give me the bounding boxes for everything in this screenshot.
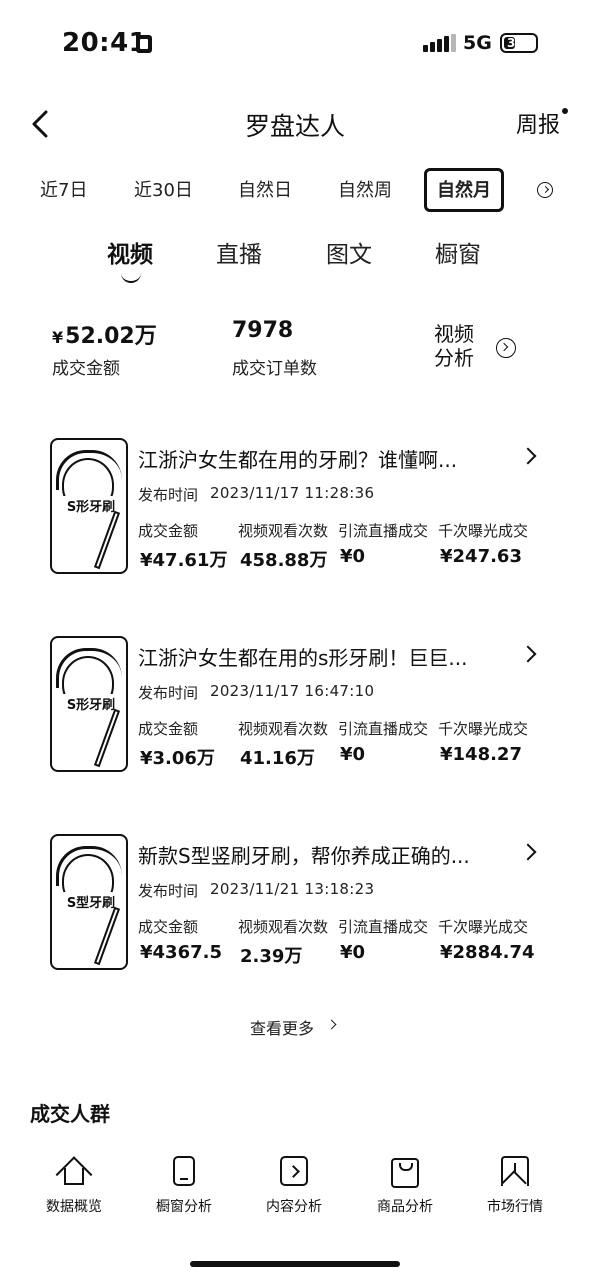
- metric-label-gmv: 成交金额: [138, 522, 199, 540]
- nav-header: 罗盘达人 周报: [0, 95, 590, 155]
- video-title[interactable]: 江浙沪女生都在用的s形牙刷！巨巨...: [138, 642, 468, 671]
- status-time: 20:41: [62, 28, 148, 58]
- metric-live-gmv: ¥0: [340, 546, 366, 567]
- metric-gmv: ¥4367.5: [140, 942, 222, 963]
- bookmark-icon: [501, 1156, 529, 1186]
- orders-value: 7978: [232, 318, 294, 343]
- chevron-right-icon[interactable]: [326, 1019, 337, 1030]
- metric-label-live-gmv: 引流直播成交: [338, 918, 429, 936]
- bottom-nav-market[interactable]: 市场行情: [460, 1150, 570, 1216]
- metric-live-gmv: ¥0: [340, 744, 366, 765]
- metric-views: 458.88万: [240, 550, 328, 571]
- chevron-right-icon[interactable]: [519, 645, 537, 663]
- bottom-nav-label: 数据概览: [46, 1199, 102, 1215]
- metric-label-live-gmv: 引流直播成交: [338, 522, 429, 540]
- publish-time-label: 发布时间: [138, 882, 199, 900]
- tab-showcase[interactable]: 橱窗: [435, 235, 481, 269]
- publish-time-label: 发布时间: [138, 486, 199, 504]
- signal-icon: [423, 34, 457, 52]
- video-card[interactable]: S形牙刷 江浙沪女生都在用的s形牙刷！巨巨... 发布时间 2023/11/17…: [0, 636, 590, 786]
- battery-percent: 37: [507, 36, 524, 50]
- bottom-nav-label: 市场行情: [487, 1199, 543, 1215]
- chevron-right-icon[interactable]: [519, 843, 537, 861]
- metric-gpm: ¥247.63: [440, 546, 522, 567]
- publish-time: 2023/11/21 13:18:23: [210, 880, 375, 898]
- bottom-nav-label: 内容分析: [266, 1199, 322, 1215]
- play-icon: [280, 1156, 308, 1186]
- metric-label-views: 视频观看次数: [238, 522, 329, 540]
- metric-gmv: ¥3.06万: [140, 748, 215, 769]
- currency-symbol: ¥: [52, 328, 64, 347]
- publish-time: 2023/11/17 11:28:36: [210, 484, 375, 502]
- weekly-report-button[interactable]: 周报: [516, 107, 560, 139]
- bottom-nav-label: 橱窗分析: [156, 1199, 212, 1215]
- metric-gpm: ¥2884.74: [440, 942, 535, 963]
- metric-views: 2.39万: [240, 946, 303, 967]
- video-title[interactable]: 江浙沪女生都在用的牙刷？谁懂啊...: [138, 444, 457, 473]
- battery-icon: 37: [500, 33, 538, 53]
- publish-time-label: 发布时间: [138, 684, 199, 702]
- bottom-nav: 数据概览 橱窗分析 内容分析 商品分析 市场行情: [0, 1150, 590, 1230]
- metric-label-views: 视频观看次数: [238, 918, 329, 936]
- video-card[interactable]: S形牙刷 江浙沪女生都在用的牙刷？谁懂啊... 发布时间 2023/11/17 …: [0, 438, 590, 588]
- phone-icon: [173, 1156, 195, 1186]
- page-title: 罗盘达人: [244, 112, 345, 141]
- tab-live[interactable]: 直播: [216, 235, 262, 269]
- bag-icon: [391, 1158, 419, 1188]
- bottom-nav-overview[interactable]: 数据概览: [19, 1150, 129, 1216]
- tab-last-30-days[interactable]: 近30日: [134, 176, 193, 202]
- metric-label-gmv: 成交金额: [138, 918, 199, 936]
- summary: ¥52.02万 成交金额 7978 成交订单数 视频分析: [0, 318, 590, 388]
- tab-video[interactable]: 视频: [107, 235, 153, 269]
- video-thumbnail[interactable]: S形牙刷: [50, 438, 128, 574]
- metric-gpm: ¥148.27: [440, 744, 522, 765]
- home-indicator[interactable]: [190, 1261, 400, 1267]
- tab-natural-month[interactable]: 自然月: [424, 168, 504, 212]
- network-type: 5G: [463, 32, 492, 54]
- bottom-nav-products[interactable]: 商品分析: [350, 1150, 460, 1216]
- metric-gmv: ¥47.61万: [140, 550, 228, 571]
- video-card[interactable]: S型牙刷 新款S型竖刷牙刷，帮你养成正确的... 发布时间 2023/11/21…: [0, 834, 590, 984]
- content-tabs: 视频 直播 图文 橱窗: [0, 235, 590, 285]
- tab-last-7-days[interactable]: 近7日: [40, 176, 87, 202]
- video-title[interactable]: 新款S型竖刷牙刷，帮你养成正确的...: [138, 840, 470, 869]
- bottom-nav-showcase[interactable]: 橱窗分析: [129, 1150, 239, 1216]
- metric-label-gpm: 千次曝光成交: [438, 522, 529, 540]
- video-analysis-link[interactable]: 视频分析: [434, 322, 486, 370]
- orders-label: 成交订单数: [232, 359, 317, 379]
- metric-label-gmv: 成交金额: [138, 720, 199, 738]
- metric-live-gmv: ¥0: [340, 942, 366, 963]
- publish-time: 2023/11/17 16:47:10: [210, 682, 375, 700]
- tab-natural-day[interactable]: 自然日: [238, 176, 292, 202]
- home-icon: [55, 1156, 93, 1194]
- bottom-nav-content[interactable]: 内容分析: [239, 1150, 349, 1216]
- info-icon[interactable]: [537, 182, 553, 198]
- gmv-label: 成交金额: [52, 359, 120, 379]
- tab-image-text[interactable]: 图文: [326, 235, 372, 269]
- metric-label-live-gmv: 引流直播成交: [338, 720, 429, 738]
- section-title-audience: 成交人群: [30, 1102, 110, 1126]
- video-thumbnail[interactable]: S型牙刷: [50, 834, 128, 970]
- notification-dot: [562, 108, 568, 114]
- bottom-nav-label: 商品分析: [377, 1199, 433, 1215]
- status-bar: 20:41 5G 37: [0, 0, 590, 90]
- gmv-amount: 52.02万: [65, 324, 157, 349]
- gmv-value: ¥52.02万: [52, 318, 157, 350]
- metric-label-gpm: 千次曝光成交: [438, 918, 529, 936]
- metric-label-views: 视频观看次数: [238, 720, 329, 738]
- metric-views: 41.16万: [240, 748, 315, 769]
- active-tab-indicator: [121, 273, 141, 283]
- chevron-right-icon[interactable]: [519, 447, 537, 465]
- see-more-link[interactable]: 查看更多: [250, 1015, 314, 1039]
- video-thumbnail[interactable]: S形牙刷: [50, 636, 128, 772]
- period-tabs: 近7日 近30日 自然日 自然周 自然月: [0, 168, 590, 214]
- metric-label-gpm: 千次曝光成交: [438, 720, 529, 738]
- lock-icon: [136, 35, 152, 53]
- tab-natural-week[interactable]: 自然周: [338, 176, 392, 202]
- circle-chevron-icon[interactable]: [496, 338, 516, 358]
